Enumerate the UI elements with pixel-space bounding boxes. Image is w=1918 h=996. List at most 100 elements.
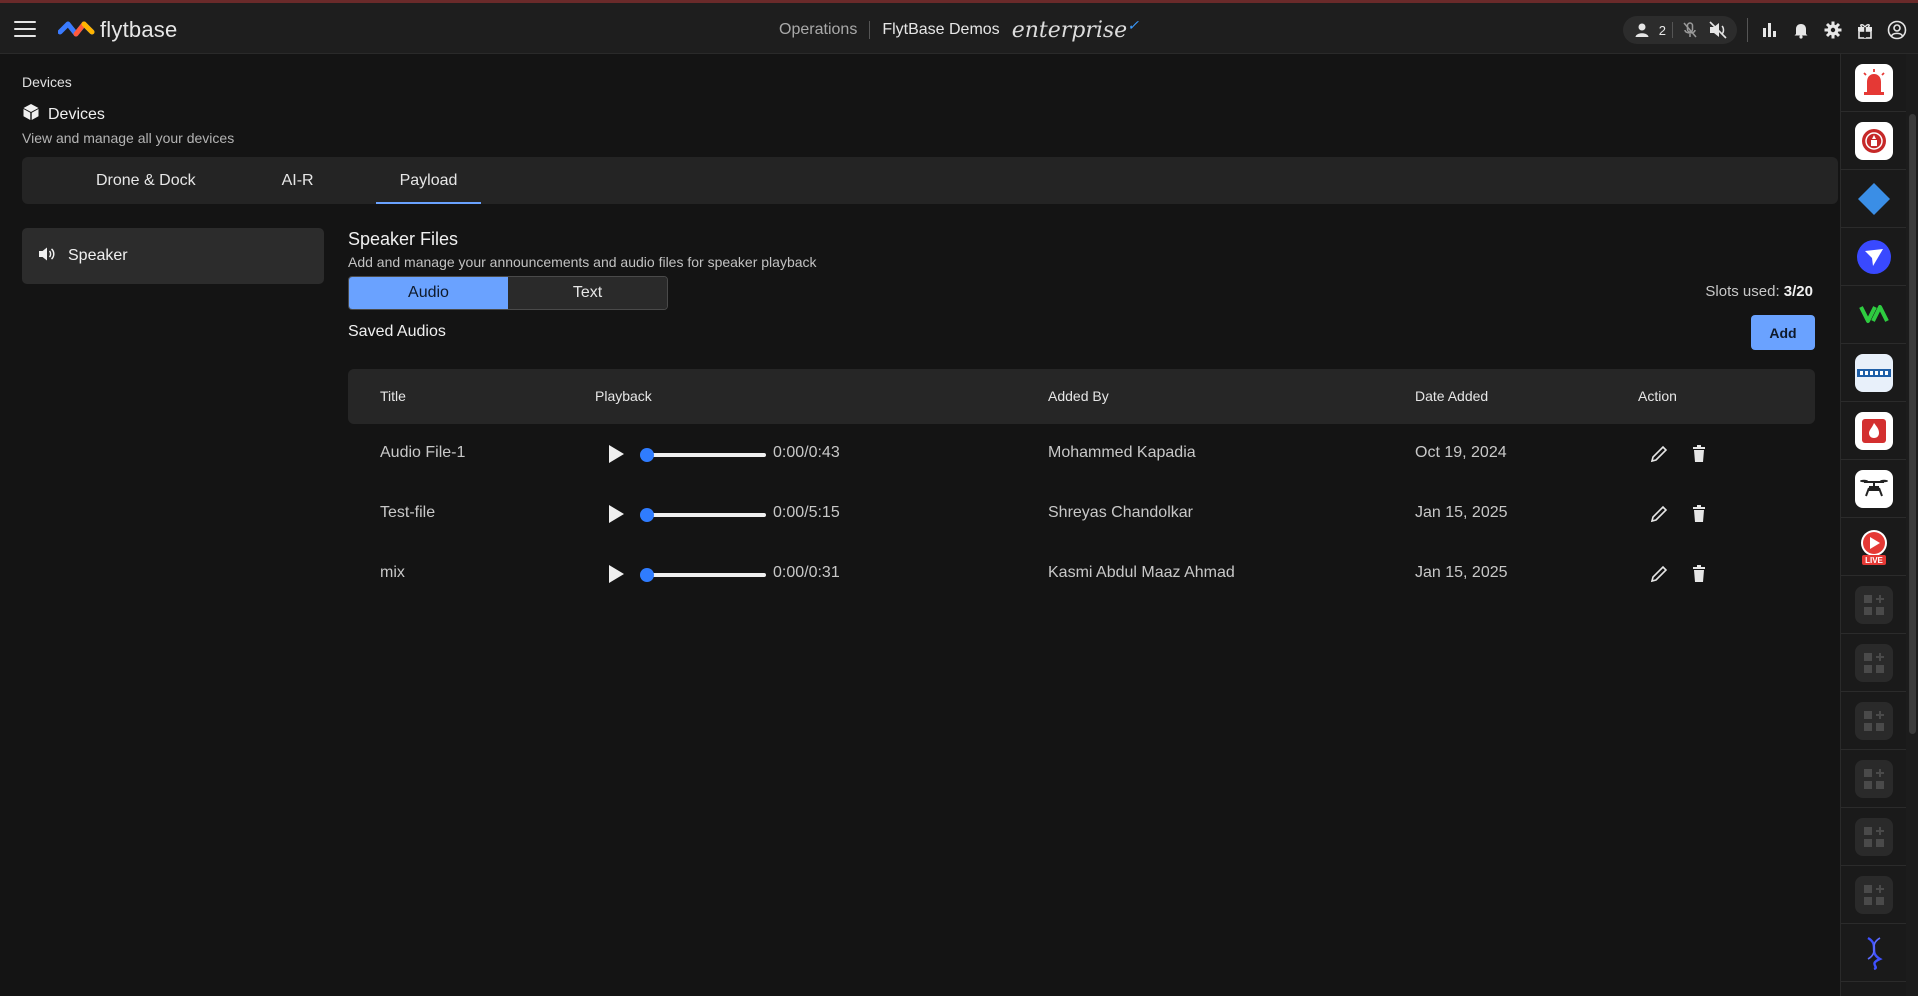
tab-drone-dock[interactable]: Drone & Dock: [72, 157, 220, 204]
section-title: Speaker Files: [348, 229, 459, 249]
table-row: Test-file 0:00/5:15 Shreyas Chandolkar J…: [348, 484, 1815, 544]
add-widget-icon: [1855, 585, 1893, 624]
play-icon[interactable]: [606, 443, 626, 465]
org-name[interactable]: FlytBase Demos: [882, 21, 999, 39]
slider-thumb[interactable]: [640, 568, 654, 582]
audio-toggle-button[interactable]: Audio: [349, 277, 508, 309]
va-logo-icon: [1855, 296, 1893, 334]
table-row: Audio File-1 0:00/0:43 Mohammed Kapadia …: [348, 424, 1815, 484]
drone-icon: [1855, 469, 1893, 508]
delete-icon[interactable]: [1687, 442, 1711, 466]
rail-item-badge[interactable]: [1841, 112, 1907, 170]
gift-icon[interactable]: [1854, 19, 1876, 41]
rail-item-alarm[interactable]: [1841, 54, 1907, 112]
add-widget-icon: [1855, 643, 1893, 682]
row-title: mix: [380, 564, 405, 581]
rail-item-add-widget[interactable]: [1841, 750, 1907, 808]
playback-slider[interactable]: [640, 508, 766, 522]
analytics-icon[interactable]: [1758, 19, 1780, 41]
add-widget-icon: [1855, 701, 1893, 740]
rail-item-va[interactable]: [1841, 286, 1907, 344]
playback-time: 0:00/5:15: [773, 504, 840, 521]
pill-divider: [1672, 22, 1673, 38]
gear-icon[interactable]: [1822, 19, 1844, 41]
page-title: Devices: [22, 103, 105, 126]
speaker-off-icon[interactable]: [1707, 19, 1729, 41]
section-subtitle: Add and manage your announcements and au…: [348, 254, 817, 270]
playback-time: 0:00/0:43: [773, 444, 840, 461]
delete-icon[interactable]: [1687, 562, 1711, 586]
user-count: 2: [1658, 22, 1666, 38]
rail-item-navigation[interactable]: [1841, 228, 1907, 286]
account-icon[interactable]: [1886, 19, 1908, 41]
fire-alert-icon: [1855, 411, 1893, 450]
breadcrumb[interactable]: Devices: [22, 74, 72, 90]
saved-audios-heading: Saved Audios: [348, 323, 446, 340]
table-header: Title Playback Added By Date Added Actio…: [348, 369, 1815, 424]
file-type-toggle: Audio Text: [348, 276, 668, 310]
slots-used: Slots used: 3/20: [1705, 283, 1813, 300]
row-title: Test-file: [380, 504, 436, 521]
device-tabs: Drone & Dock AI-R Payload: [22, 157, 1838, 204]
plan-label: enterprise✓: [1012, 18, 1139, 43]
status-pill[interactable]: 2: [1622, 16, 1737, 44]
delete-icon[interactable]: [1687, 502, 1711, 526]
rail-item-genetec[interactable]: [1841, 344, 1907, 402]
edit-icon[interactable]: [1647, 502, 1671, 526]
rail-item-drone[interactable]: [1841, 460, 1907, 518]
play-icon[interactable]: [606, 563, 626, 585]
plan-text: enterprise: [1011, 17, 1128, 43]
play-icon[interactable]: [606, 503, 626, 525]
edit-icon[interactable]: [1647, 562, 1671, 586]
slider-thumb[interactable]: [640, 508, 654, 522]
tab-ai-r[interactable]: AI-R: [258, 157, 338, 204]
nav-operations[interactable]: Operations: [779, 21, 871, 39]
live-icon: LIVE: [1855, 528, 1893, 566]
page-scrollbar[interactable]: [1906, 54, 1918, 996]
rail-item-dna[interactable]: [1841, 924, 1907, 982]
playback-slider[interactable]: [640, 568, 766, 582]
text-toggle-button[interactable]: Text: [508, 277, 667, 309]
row-added-by: Mohammed Kapadia: [1048, 444, 1196, 461]
rail-item-add-widget[interactable]: [1841, 808, 1907, 866]
rail-item-diamond[interactable]: [1841, 170, 1907, 228]
rail-item-add-widget[interactable]: [1841, 576, 1907, 634]
header-title: Title: [380, 388, 406, 404]
row-date-added: Jan 15, 2025: [1415, 504, 1508, 521]
rail-item-add-widget[interactable]: [1841, 866, 1907, 924]
header-playback: Playback: [595, 388, 652, 404]
header-date-added: Date Added: [1415, 388, 1489, 404]
genetec-logo-icon: [1855, 353, 1893, 392]
slots-value: 3/20: [1783, 283, 1813, 300]
user-icon: [1631, 19, 1653, 41]
integrations-rail: LIVE: [1840, 54, 1907, 996]
playback-slider[interactable]: [640, 448, 766, 462]
header-action: Action: [1638, 388, 1677, 404]
bell-icon[interactable]: [1790, 19, 1812, 41]
row-date-added: Jan 15, 2025: [1415, 564, 1508, 581]
slider-thumb[interactable]: [640, 448, 654, 462]
speaker-icon: [38, 246, 56, 267]
sidebar-item-speaker[interactable]: Speaker: [22, 228, 324, 284]
top-right-controls: 2: [1622, 16, 1908, 44]
rail-item-add-widget[interactable]: [1841, 634, 1907, 692]
page-title-text: Devices: [48, 105, 105, 123]
sidebar-item-label: Speaker: [68, 247, 128, 264]
badge-icon: [1855, 121, 1893, 160]
add-audio-button[interactable]: Add: [1751, 315, 1815, 350]
rail-item-add-widget[interactable]: [1841, 692, 1907, 750]
rail-item-live[interactable]: LIVE: [1841, 518, 1907, 576]
scrollbar-thumb[interactable]: [1909, 114, 1916, 734]
mic-off-icon[interactable]: [1679, 19, 1701, 41]
tab-payload[interactable]: Payload: [375, 157, 482, 204]
edit-icon[interactable]: [1647, 442, 1671, 466]
top-bar: flytbase Operations FlytBase Demos enter…: [0, 0, 1918, 54]
cube-icon: [22, 103, 40, 126]
rail-item-fire-alert[interactable]: [1841, 402, 1907, 460]
svg-text:LIVE: LIVE: [1865, 556, 1883, 565]
row-added-by: Shreyas Chandolkar: [1048, 504, 1193, 521]
alarm-icon: [1855, 63, 1893, 102]
row-added-by: Kasmi Abdul Maaz Ahmad: [1048, 564, 1235, 581]
add-widget-icon: [1855, 759, 1893, 798]
plan-tick-icon: ✓: [1127, 17, 1139, 34]
